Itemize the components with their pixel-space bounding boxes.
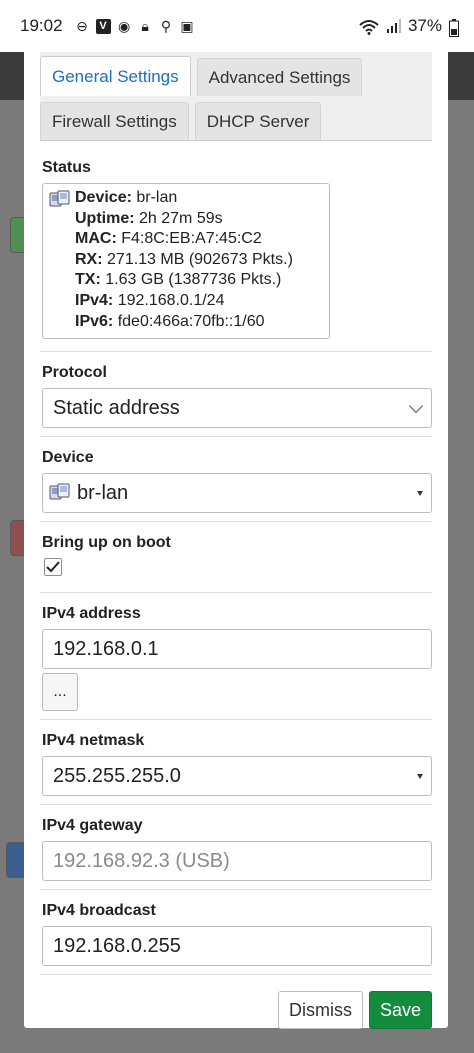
ipv4-gateway-label: IPv4 gateway [42,817,143,835]
tab-dhcp-server[interactable]: DHCP Server [194,102,322,140]
ipv4-netmask-section: IPv4 netmask 255.255.255.0 [40,720,432,806]
ipv4-address-section: IPv4 address 192.168.0.1 ... [40,593,432,721]
status-ipv6: IPv6: fde0:466a:70fb::1/60 [75,312,265,330]
protocol-select[interactable]: Static address [42,388,432,429]
boot-checkbox[interactable] [44,558,62,577]
tab-advanced-settings[interactable]: Advanced Settings [196,58,363,96]
network-device-icon [49,190,70,207]
device-value: br-lan [77,481,129,504]
battery-percent: 37% [407,16,442,35]
dismiss-button[interactable]: Dismiss [277,991,363,1030]
ipv4-address-input[interactable]: 192.168.0.1 [42,629,432,670]
tab-row-1: General Settings Advanced Settings [40,52,432,96]
boot-section: Bring up on boot [40,522,432,594]
device-select[interactable]: br-lan [42,473,432,514]
tab-row-2: Firewall Settings DHCP Server [40,96,432,140]
caret-down-icon [417,491,423,497]
tab-bar: General Settings Advanced Settings Firew… [40,52,432,141]
image-icon: ▣ [180,17,194,34]
device-label: Device [42,449,94,467]
tab-general-settings[interactable]: General Settings [40,56,191,96]
status-rx: RX: 271.13 MB (902673 Pkts.) [75,250,293,268]
ipv4-address-value: 192.168.0.1 [53,637,159,660]
status-box: Device: br-lan Uptime: 2h 27m 59s MAC: F… [42,183,330,340]
reddit-icon: ◉ [117,17,131,34]
app-v-icon: V [95,18,111,34]
ipv4-broadcast-label: IPv4 broadcast [42,902,156,920]
device-section: Device br-lan [40,437,432,523]
ipv4-gateway-placeholder: 192.168.92.3 (USB) [53,849,230,872]
boot-label: Bring up on boot [42,534,171,552]
ipv4-broadcast-value: 192.168.0.255 [53,934,181,957]
ipv4-broadcast-input[interactable]: 192.168.0.255 [42,926,432,967]
ipv4-address-more-button[interactable]: ... [42,673,78,712]
lock-icon: 🔒︎ [141,17,149,34]
protocol-section: Protocol Static address [40,352,432,438]
ipv4-netmask-value: 255.255.255.0 [53,764,181,787]
ipv4-gateway-input[interactable]: 192.168.92.3 (USB) [42,841,432,882]
ipv4-gateway-section: IPv4 gateway 192.168.92.3 (USB) [40,805,432,891]
caret-down-icon [417,774,423,780]
lamp-icon: ⚲ [160,17,172,34]
save-button[interactable]: Save [368,991,432,1030]
status-device: Device: br-lan [75,189,178,206]
battery-icon [448,18,460,37]
clock: 19:02 [20,16,63,35]
protocol-value: Static address [53,396,180,419]
ipv4-address-label: IPv4 address [42,605,141,623]
wifi-icon [358,19,380,35]
chevron-down-icon [408,399,424,414]
checkmark-icon [46,561,60,573]
ipv4-netmask-select[interactable]: 255.255.255.0 [42,756,432,797]
status-mac: MAC: F4:8C:EB:A7:45:C2 [75,230,262,248]
ipv4-broadcast-section: IPv4 broadcast 192.168.0.255 [40,890,432,976]
tab-firewall-settings[interactable]: Firewall Settings [40,102,189,140]
status-ipv4: IPv4: 192.168.0.1/24 [75,291,225,309]
ipv4-netmask-label: IPv4 netmask [42,732,145,750]
status-label: Status [42,159,91,176]
status-section: Status Device: br-lan Uptime: 2h 27m 59s… [40,141,432,353]
status-uptime: Uptime: 2h 27m 59s [75,209,223,227]
protocol-label: Protocol [42,364,107,382]
status-tx: TX: 1.63 GB (1387736 Pkts.) [75,271,282,289]
dialog-footer: Dismiss Save [40,975,432,1030]
interface-edit-dialog: General Settings Advanced Settings Firew… [24,40,448,1030]
signal-icon [386,18,402,34]
do-not-disturb-icon: ⊖ [76,17,88,34]
background-fragment [6,842,26,878]
network-device-icon [49,483,70,500]
